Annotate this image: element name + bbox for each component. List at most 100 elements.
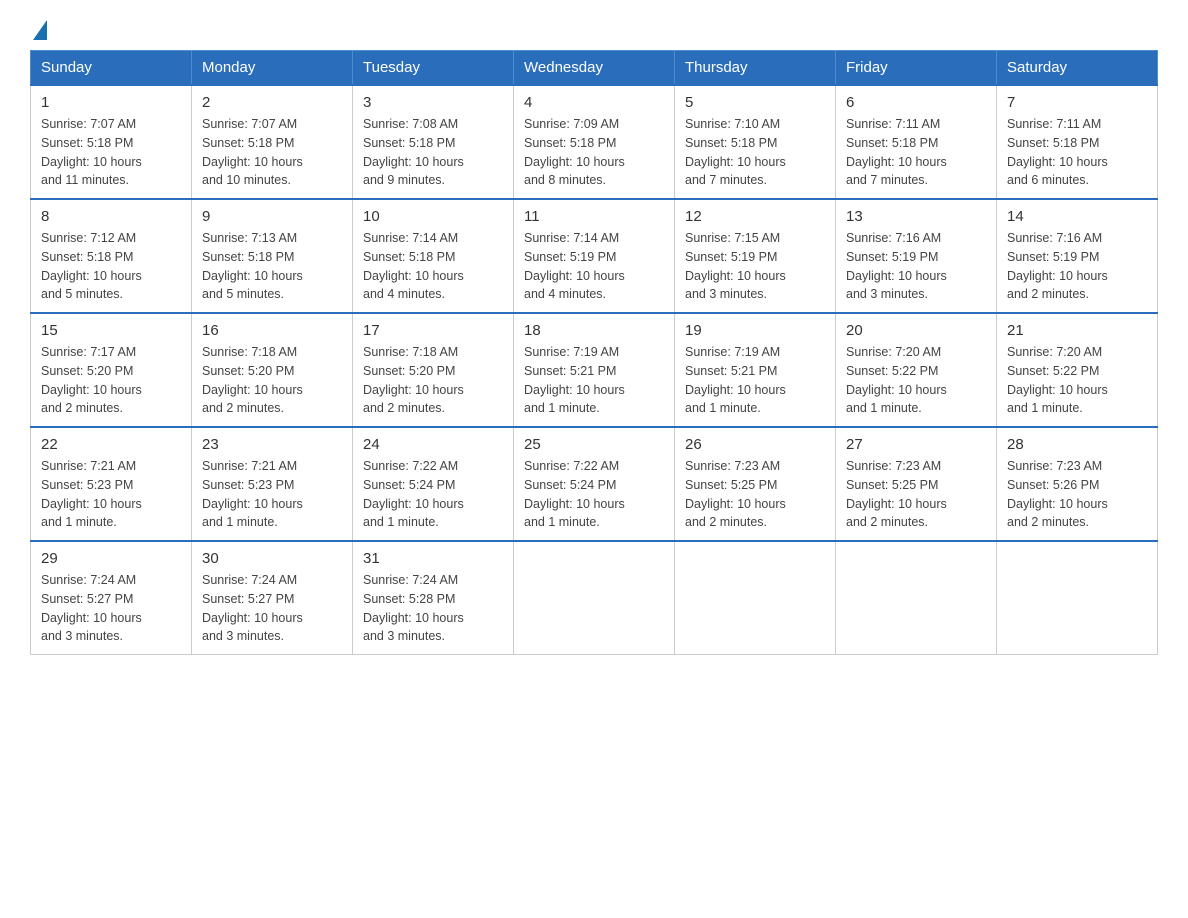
logo-arrow-icon [33,20,47,40]
day-number: 6 [846,94,986,111]
calendar-cell: 7 Sunrise: 7:11 AMSunset: 5:18 PMDayligh… [997,85,1158,199]
day-info: Sunrise: 7:16 AMSunset: 5:19 PMDaylight:… [846,231,947,301]
day-number: 11 [524,208,664,225]
day-number: 24 [363,436,503,453]
day-number: 28 [1007,436,1147,453]
day-info: Sunrise: 7:07 AMSunset: 5:18 PMDaylight:… [202,117,303,187]
calendar-cell: 13 Sunrise: 7:16 AMSunset: 5:19 PMDaylig… [836,199,997,313]
day-info: Sunrise: 7:19 AMSunset: 5:21 PMDaylight:… [524,345,625,415]
day-number: 14 [1007,208,1147,225]
weekday-header-wednesday: Wednesday [514,51,675,86]
calendar-cell: 16 Sunrise: 7:18 AMSunset: 5:20 PMDaylig… [192,313,353,427]
calendar-cell: 29 Sunrise: 7:24 AMSunset: 5:27 PMDaylig… [31,541,192,655]
weekday-header-monday: Monday [192,51,353,86]
calendar-cell: 22 Sunrise: 7:21 AMSunset: 5:23 PMDaylig… [31,427,192,541]
day-number: 25 [524,436,664,453]
logo-text [30,20,47,40]
calendar-cell: 14 Sunrise: 7:16 AMSunset: 5:19 PMDaylig… [997,199,1158,313]
day-info: Sunrise: 7:24 AMSunset: 5:27 PMDaylight:… [41,573,142,643]
calendar-cell: 21 Sunrise: 7:20 AMSunset: 5:22 PMDaylig… [997,313,1158,427]
day-info: Sunrise: 7:20 AMSunset: 5:22 PMDaylight:… [846,345,947,415]
calendar-cell: 20 Sunrise: 7:20 AMSunset: 5:22 PMDaylig… [836,313,997,427]
calendar-cell: 1 Sunrise: 7:07 AMSunset: 5:18 PMDayligh… [31,85,192,199]
day-info: Sunrise: 7:24 AMSunset: 5:27 PMDaylight:… [202,573,303,643]
day-number: 27 [846,436,986,453]
day-info: Sunrise: 7:11 AMSunset: 5:18 PMDaylight:… [846,117,947,187]
day-info: Sunrise: 7:17 AMSunset: 5:20 PMDaylight:… [41,345,142,415]
calendar-cell: 9 Sunrise: 7:13 AMSunset: 5:18 PMDayligh… [192,199,353,313]
day-number: 26 [685,436,825,453]
day-number: 9 [202,208,342,225]
day-number: 2 [202,94,342,111]
calendar-cell: 26 Sunrise: 7:23 AMSunset: 5:25 PMDaylig… [675,427,836,541]
day-number: 20 [846,322,986,339]
calendar-cell: 8 Sunrise: 7:12 AMSunset: 5:18 PMDayligh… [31,199,192,313]
calendar-cell: 24 Sunrise: 7:22 AMSunset: 5:24 PMDaylig… [353,427,514,541]
calendar-week-row: 15 Sunrise: 7:17 AMSunset: 5:20 PMDaylig… [31,313,1158,427]
day-number: 4 [524,94,664,111]
calendar-cell [836,541,997,655]
day-info: Sunrise: 7:15 AMSunset: 5:19 PMDaylight:… [685,231,786,301]
day-info: Sunrise: 7:19 AMSunset: 5:21 PMDaylight:… [685,345,786,415]
day-info: Sunrise: 7:14 AMSunset: 5:19 PMDaylight:… [524,231,625,301]
calendar-cell: 4 Sunrise: 7:09 AMSunset: 5:18 PMDayligh… [514,85,675,199]
calendar-cell: 3 Sunrise: 7:08 AMSunset: 5:18 PMDayligh… [353,85,514,199]
day-info: Sunrise: 7:07 AMSunset: 5:18 PMDaylight:… [41,117,142,187]
day-info: Sunrise: 7:09 AMSunset: 5:18 PMDaylight:… [524,117,625,187]
weekday-header-thursday: Thursday [675,51,836,86]
calendar-cell: 25 Sunrise: 7:22 AMSunset: 5:24 PMDaylig… [514,427,675,541]
weekday-header-saturday: Saturday [997,51,1158,86]
day-info: Sunrise: 7:23 AMSunset: 5:25 PMDaylight:… [846,459,947,529]
day-number: 7 [1007,94,1147,111]
day-number: 19 [685,322,825,339]
day-info: Sunrise: 7:23 AMSunset: 5:26 PMDaylight:… [1007,459,1108,529]
day-info: Sunrise: 7:20 AMSunset: 5:22 PMDaylight:… [1007,345,1108,415]
calendar-week-row: 22 Sunrise: 7:21 AMSunset: 5:23 PMDaylig… [31,427,1158,541]
calendar-cell: 6 Sunrise: 7:11 AMSunset: 5:18 PMDayligh… [836,85,997,199]
day-number: 10 [363,208,503,225]
day-info: Sunrise: 7:18 AMSunset: 5:20 PMDaylight:… [363,345,464,415]
calendar-cell: 2 Sunrise: 7:07 AMSunset: 5:18 PMDayligh… [192,85,353,199]
day-info: Sunrise: 7:13 AMSunset: 5:18 PMDaylight:… [202,231,303,301]
day-info: Sunrise: 7:14 AMSunset: 5:18 PMDaylight:… [363,231,464,301]
day-info: Sunrise: 7:08 AMSunset: 5:18 PMDaylight:… [363,117,464,187]
calendar-cell: 19 Sunrise: 7:19 AMSunset: 5:21 PMDaylig… [675,313,836,427]
day-number: 15 [41,322,181,339]
day-info: Sunrise: 7:21 AMSunset: 5:23 PMDaylight:… [202,459,303,529]
day-number: 23 [202,436,342,453]
day-number: 3 [363,94,503,111]
weekday-header-tuesday: Tuesday [353,51,514,86]
calendar-cell: 27 Sunrise: 7:23 AMSunset: 5:25 PMDaylig… [836,427,997,541]
weekday-header-friday: Friday [836,51,997,86]
day-info: Sunrise: 7:21 AMSunset: 5:23 PMDaylight:… [41,459,142,529]
calendar-cell: 31 Sunrise: 7:24 AMSunset: 5:28 PMDaylig… [353,541,514,655]
day-info: Sunrise: 7:12 AMSunset: 5:18 PMDaylight:… [41,231,142,301]
calendar-cell: 11 Sunrise: 7:14 AMSunset: 5:19 PMDaylig… [514,199,675,313]
logo [30,20,47,40]
calendar-cell: 23 Sunrise: 7:21 AMSunset: 5:23 PMDaylig… [192,427,353,541]
day-number: 12 [685,208,825,225]
calendar-cell: 30 Sunrise: 7:24 AMSunset: 5:27 PMDaylig… [192,541,353,655]
day-info: Sunrise: 7:24 AMSunset: 5:28 PMDaylight:… [363,573,464,643]
day-number: 29 [41,550,181,567]
weekday-header-sunday: Sunday [31,51,192,86]
calendar-cell: 28 Sunrise: 7:23 AMSunset: 5:26 PMDaylig… [997,427,1158,541]
calendar-cell [997,541,1158,655]
day-info: Sunrise: 7:23 AMSunset: 5:25 PMDaylight:… [685,459,786,529]
day-info: Sunrise: 7:18 AMSunset: 5:20 PMDaylight:… [202,345,303,415]
calendar-cell: 10 Sunrise: 7:14 AMSunset: 5:18 PMDaylig… [353,199,514,313]
calendar-cell: 12 Sunrise: 7:15 AMSunset: 5:19 PMDaylig… [675,199,836,313]
day-number: 16 [202,322,342,339]
day-number: 21 [1007,322,1147,339]
day-number: 22 [41,436,181,453]
day-number: 30 [202,550,342,567]
day-info: Sunrise: 7:22 AMSunset: 5:24 PMDaylight:… [363,459,464,529]
day-number: 13 [846,208,986,225]
calendar-table: SundayMondayTuesdayWednesdayThursdayFrid… [30,50,1158,655]
calendar-cell [675,541,836,655]
calendar-cell: 17 Sunrise: 7:18 AMSunset: 5:20 PMDaylig… [353,313,514,427]
calendar-cell [514,541,675,655]
calendar-cell: 5 Sunrise: 7:10 AMSunset: 5:18 PMDayligh… [675,85,836,199]
day-number: 1 [41,94,181,111]
day-info: Sunrise: 7:22 AMSunset: 5:24 PMDaylight:… [524,459,625,529]
